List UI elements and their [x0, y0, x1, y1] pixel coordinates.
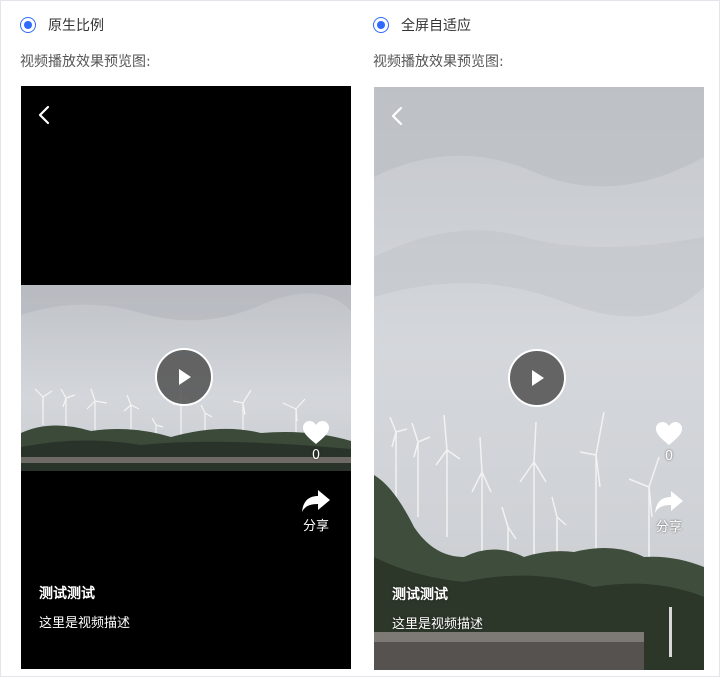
share-button[interactable]: 分享: [301, 489, 331, 534]
play-icon: [179, 369, 191, 385]
play-button[interactable]: [155, 348, 213, 406]
play-button[interactable]: [508, 349, 566, 407]
like-button[interactable]: 0: [302, 420, 330, 463]
phone-preview-native: 0 分享 测试测试 这里是视频描述: [21, 86, 351, 669]
video-description: 这里是视频描述: [392, 617, 484, 632]
video-display-mode-panel: 原生比例 视频播放效果预览图: 0 分享 测试测试 这里是视频描述 全屏自适应 …: [0, 0, 720, 677]
video-title: 测试测试: [39, 586, 95, 602]
share-arrow-icon: [655, 491, 683, 513]
radio-label: 全屏自适应: [401, 18, 471, 34]
chevron-left-icon[interactable]: [35, 104, 55, 126]
play-icon: [532, 370, 544, 386]
like-count: 0: [664, 449, 674, 464]
side-actions: 0 分享: [301, 420, 331, 534]
radio-label: 原生比例: [48, 18, 104, 34]
radio-selected-icon[interactable]: [373, 17, 389, 33]
radio-selected-icon[interactable]: [20, 17, 36, 33]
radio-native-ratio[interactable]: 原生比例: [20, 14, 104, 36]
chevron-left-icon[interactable]: [388, 105, 408, 127]
share-label: 分享: [655, 520, 682, 535]
phone-preview-fullscreen: 0 分享 测试测试 这里是视频描述: [374, 87, 704, 670]
heart-icon: [656, 422, 682, 445]
video-caption: 测试测试 这里是视频描述: [39, 583, 130, 631]
heart-icon: [303, 421, 329, 444]
video-title: 测试测试: [392, 587, 448, 603]
share-label: 分享: [302, 519, 329, 534]
side-actions: 0 分享: [654, 421, 684, 535]
video-caption: 测试测试 这里是视频描述: [392, 584, 483, 632]
share-arrow-icon: [302, 490, 330, 512]
share-button[interactable]: 分享: [654, 490, 684, 535]
radio-fullscreen-adapt[interactable]: 全屏自适应: [373, 14, 471, 36]
like-count: 0: [311, 448, 321, 463]
like-button[interactable]: 0: [655, 421, 683, 464]
video-description: 这里是视频描述: [39, 616, 131, 631]
preview-label: 视频播放效果预览图:: [20, 54, 151, 70]
preview-label: 视频播放效果预览图:: [373, 54, 504, 70]
